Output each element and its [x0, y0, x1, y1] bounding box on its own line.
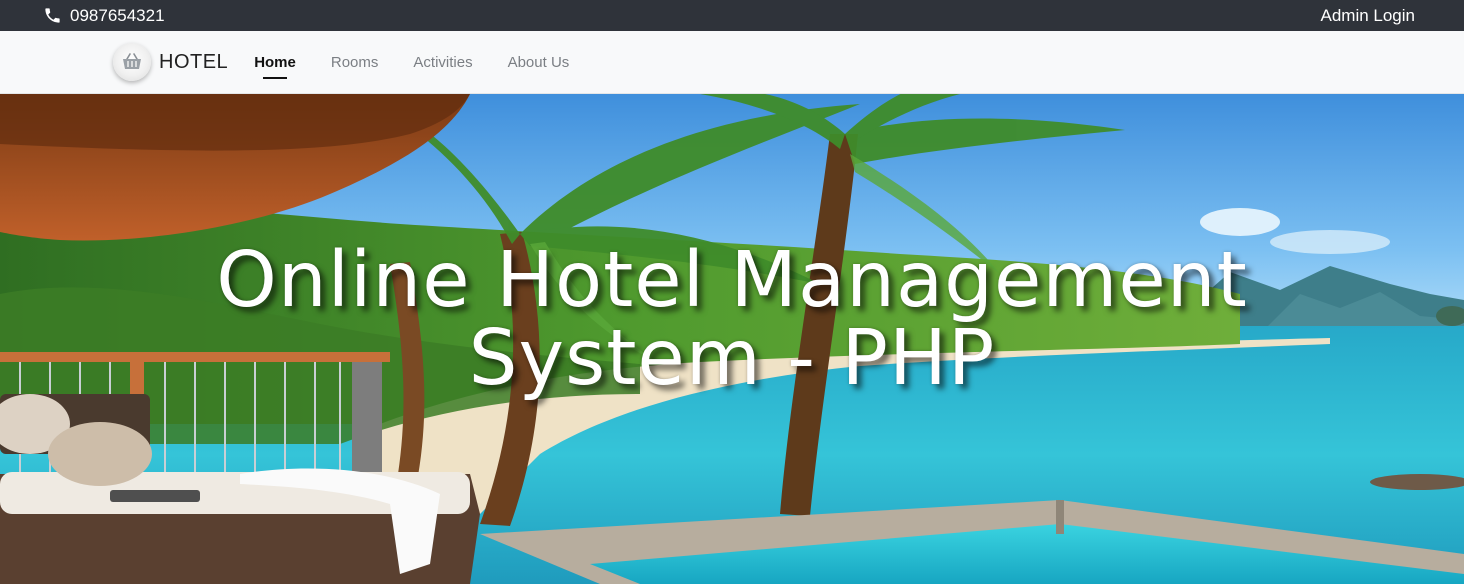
nav-item-about-us[interactable]: About Us [508, 31, 570, 94]
admin-login-link[interactable]: Admin Login [1320, 6, 1415, 26]
hero-title: Online Hotel Management System - PHP [0, 242, 1464, 398]
phone-icon [43, 6, 62, 25]
hero-title-line-1: Online Hotel Management [216, 236, 1248, 325]
nav-menu: Home Rooms Activities About Us [254, 31, 604, 93]
shopping-basket-icon [113, 43, 151, 81]
brand-name: HOTEL [159, 50, 229, 73]
brand-link[interactable]: HOTEL [113, 43, 228, 81]
phone-number: 0987654321 [70, 5, 165, 25]
main-navbar: HOTEL Home Rooms Activities About Us [0, 31, 1464, 94]
nav-item-home[interactable]: Home [254, 31, 296, 94]
phone-contact: 0987654321 [43, 6, 165, 26]
hero-banner: Online Hotel Management System - PHP [0, 94, 1464, 584]
hero-title-line-2: System - PHP [468, 314, 996, 403]
nav-item-rooms[interactable]: Rooms [331, 31, 379, 94]
top-bar: 0987654321 Admin Login [0, 0, 1464, 31]
nav-item-activities[interactable]: Activities [413, 31, 472, 94]
